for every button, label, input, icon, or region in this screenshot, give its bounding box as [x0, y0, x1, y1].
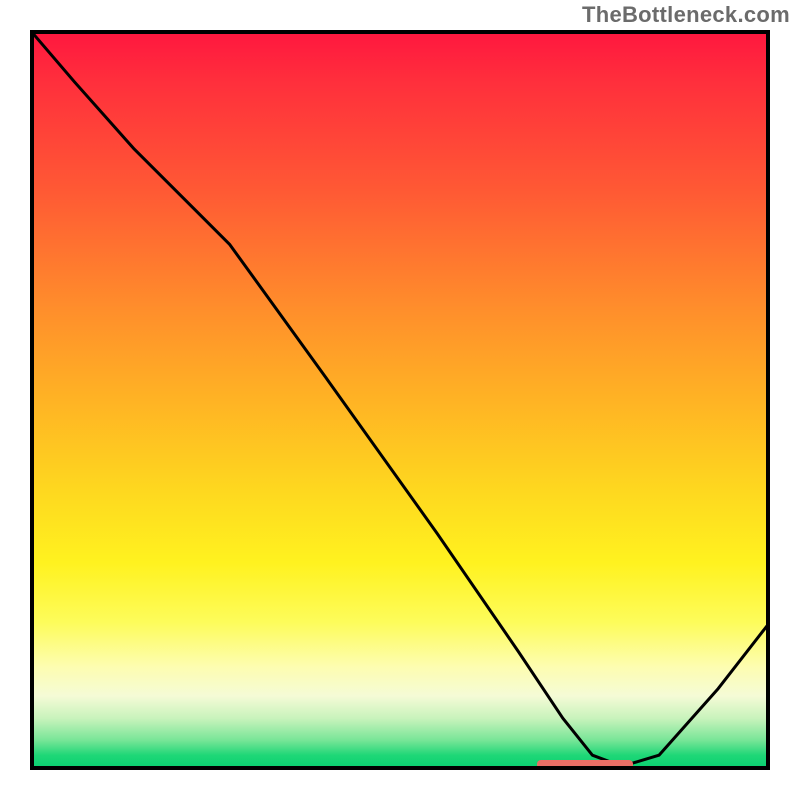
plot-frame-rect — [32, 32, 768, 768]
watermark-text: TheBottleneck.com — [582, 2, 790, 28]
plot-area — [30, 30, 770, 770]
chart-stage: TheBottleneck.com — [0, 0, 800, 800]
plot-frame — [30, 30, 770, 770]
